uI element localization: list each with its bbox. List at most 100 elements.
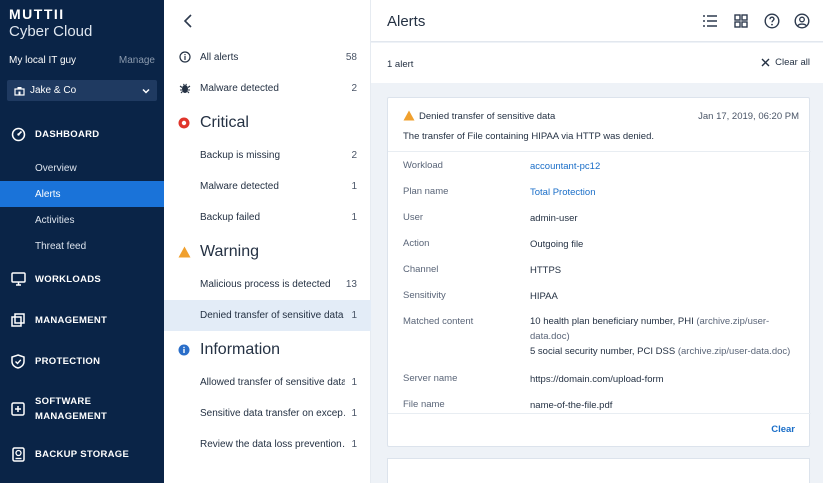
clear-all-label: Clear all — [775, 57, 810, 68]
category-label: Review the data loss prevention… — [200, 439, 346, 450]
category-malware-detected[interactable]: Malware detected 2 — [164, 73, 371, 104]
tenant-name: Jake & Co — [30, 85, 77, 96]
shield-icon — [10, 353, 26, 369]
alert-category-panel: All alerts 58 Malware detected 2 Critica… — [164, 0, 371, 483]
group-warning: Warning — [164, 238, 371, 266]
matched-file: (archive.zip/user-data.doc) — [677, 346, 791, 357]
alert-timestamp: Jan 17, 2019, 06:20 PM — [698, 111, 799, 122]
category-count: 1 — [351, 181, 357, 192]
category-label: All alerts — [200, 52, 239, 63]
software-icon — [10, 401, 26, 417]
clear-all-button[interactable]: Clear all — [761, 57, 810, 68]
nav-activities[interactable]: Activities — [0, 207, 164, 233]
nav-software-management[interactable]: SOFTWARE MANAGEMENT — [0, 392, 164, 426]
nav-backup-storage[interactable]: BACKUP STORAGE — [0, 444, 164, 464]
info-outline-icon — [179, 51, 191, 63]
nav-threat-feed[interactable]: Threat feed — [0, 233, 164, 259]
nav-protection-label: PROTECTION — [35, 355, 101, 367]
category-malware-critical[interactable]: Malware detected 1 — [164, 171, 371, 202]
sidebar: MUTTII Cyber Cloud My local IT guy Manag… — [0, 0, 164, 483]
category-denied-transfer[interactable]: Denied transfer of sensitive data 1 — [164, 300, 371, 331]
category-count: 1 — [351, 310, 357, 321]
field-label: Action — [403, 238, 430, 249]
category-count: 13 — [345, 279, 357, 290]
chevron-left-icon[interactable] — [182, 12, 194, 30]
brand-name: MUTTII — [9, 6, 65, 22]
alert-card-footer: Clear — [388, 413, 811, 446]
nav-software-label-2: MANAGEMENT — [35, 411, 108, 422]
plan-link[interactable]: Total Protection — [530, 185, 595, 200]
nav-dashboard[interactable]: DASHBOARD — [0, 124, 164, 144]
category-malicious-process[interactable]: Malicious process is detected 13 — [164, 269, 371, 300]
clear-button[interactable]: Clear — [771, 424, 795, 435]
building-icon — [14, 86, 25, 96]
nav-alerts-label: Alerts — [35, 188, 61, 200]
group-warning-label: Warning — [200, 243, 259, 260]
category-review-dlp[interactable]: Review the data loss prevention… 1 — [164, 429, 371, 460]
warning-icon — [403, 110, 415, 121]
workload-link[interactable]: accountant-pc12 — [530, 159, 600, 174]
storage-icon — [10, 446, 26, 462]
field-value: name-of-the-file.pdf — [530, 400, 613, 411]
nav-protection[interactable]: PROTECTION — [0, 351, 164, 371]
nav-workloads-label: WORKLOADS — [35, 273, 102, 285]
user-profile-icon[interactable] — [794, 13, 810, 29]
field-label: Plan name — [403, 186, 449, 197]
category-count: 1 — [351, 439, 357, 450]
field-value: HIPAA — [530, 291, 558, 302]
field-label: Matched content — [403, 316, 474, 327]
tenant-selector[interactable]: Jake & Co — [7, 80, 157, 101]
category-label: Sensitive data transfer on excep… — [200, 408, 346, 419]
field-label: Workload — [403, 160, 443, 171]
category-count: 1 — [351, 212, 357, 223]
field-label: Channel — [403, 264, 439, 275]
close-icon — [761, 58, 770, 67]
alerts-toolbar: 1 alert Clear all — [371, 43, 823, 83]
alerts-pane: Alerts 1 alert Clear all Denied transfer… — [371, 0, 823, 483]
nav-overview[interactable]: Overview — [0, 155, 164, 181]
account-name: My local IT guy — [9, 55, 77, 66]
nav-alerts[interactable]: Alerts — [0, 181, 164, 207]
category-label: Denied transfer of sensitive data — [200, 310, 344, 321]
nav-threat-feed-label: Threat feed — [35, 240, 87, 252]
chevron-down-icon — [142, 88, 150, 94]
category-label: Malware detected — [200, 83, 279, 94]
alert-card-next — [387, 458, 810, 483]
group-information: Information — [164, 336, 371, 364]
field-label: Sensitivity — [403, 290, 446, 301]
nav-backup-storage-label: BACKUP STORAGE — [35, 448, 130, 460]
category-allowed-transfer[interactable]: Allowed transfer of sensitive data 1 — [164, 367, 371, 398]
help-icon[interactable] — [764, 13, 780, 29]
matched-file: data.doc) — [530, 331, 570, 342]
matched-file: (archive.zip/user- — [696, 316, 770, 327]
alert-description: The transfer of File containing HIPAA vi… — [403, 131, 654, 142]
matched-line: 10 health plan beneficiary number, PHI — [530, 316, 697, 327]
alerts-header: Alerts — [371, 0, 823, 42]
page-title: Alerts — [387, 13, 426, 30]
category-backup-failed[interactable]: Backup failed 1 — [164, 202, 371, 233]
field-label: User — [403, 212, 424, 223]
matched-content: 10 health plan beneficiary number, PHI (… — [530, 314, 800, 359]
nav-activities-label: Activities — [35, 214, 75, 226]
category-backup-missing[interactable]: Backup is missing 2 — [164, 140, 371, 171]
monitor-icon — [10, 271, 26, 287]
group-critical: Critical — [164, 109, 371, 137]
group-information-label: Information — [200, 341, 281, 358]
field-value: Outgoing file — [530, 239, 584, 250]
nav-dashboard-label: DASHBOARD — [35, 128, 100, 140]
nav-management-label: MANAGEMENT — [35, 314, 108, 326]
category-sensitive-exception[interactable]: Sensitive data transfer on excep… 1 — [164, 398, 371, 429]
manage-link[interactable]: Manage — [119, 55, 155, 66]
nav-workloads[interactable]: WORKLOADS — [0, 269, 164, 289]
nav-management[interactable]: MANAGEMENT — [0, 310, 164, 330]
category-all-alerts[interactable]: All alerts 58 — [164, 42, 371, 73]
list-view-icon[interactable] — [702, 13, 718, 29]
alert-title: Denied transfer of sensitive data — [419, 111, 556, 122]
category-label: Backup is missing — [200, 150, 281, 161]
category-label: Allowed transfer of sensitive data — [200, 377, 346, 388]
alert-card: Denied transfer of sensitive data Jan 17… — [387, 97, 811, 447]
category-label: Malicious process is detected — [200, 279, 331, 290]
warning-icon — [178, 246, 191, 258]
grid-view-icon[interactable] — [733, 13, 749, 29]
field-label: Server name — [403, 373, 458, 384]
